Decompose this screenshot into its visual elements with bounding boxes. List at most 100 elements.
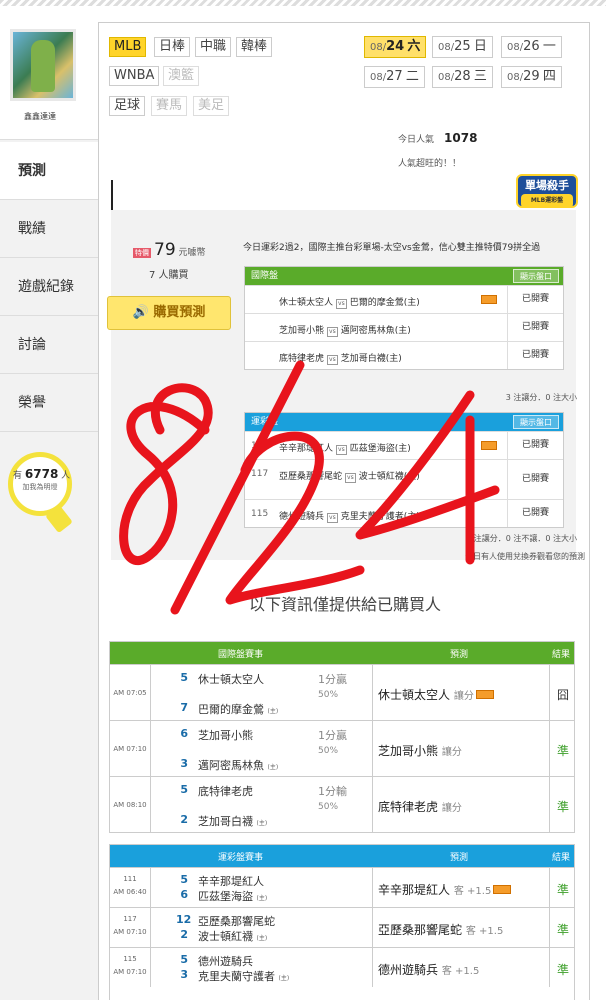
avatar[interactable]	[10, 29, 76, 101]
game-status: 已開賽	[507, 460, 563, 499]
home-team: 波士頓紅襪(主)	[358, 472, 420, 482]
hot-tag: 特價	[133, 248, 151, 258]
main-panel: MLB 日棒 中職 韓棒 WNBA 澳籃 足球 賽馬 美足 08/24 六 08…	[98, 22, 590, 1000]
prediction-header	[111, 180, 576, 210]
pick-type: 客 +1.5	[441, 966, 480, 977]
date-day: 27	[386, 69, 403, 84]
game-status: 已開賽	[507, 342, 563, 369]
pick-type: 客 +1.5	[453, 886, 492, 897]
tw-prediction-table: 運彩盤 顯示盤口 111 辛辛那堤紅人 vs 匹茲堡海盜(主) 已開賽 117 亞歷桑那響尾…	[244, 412, 564, 528]
sport-tab-wnba[interactable]: WNBA	[109, 66, 160, 86]
result: 準	[556, 923, 569, 937]
nav-item-honors[interactable]: 榮譽	[0, 374, 98, 432]
nav-item-predictions[interactable]: 預測	[0, 142, 98, 200]
table-row: 115 AM 07:10 5 德州遊騎兵 3 克里夫蘭守護者 (主) 德州遊騎兵…	[110, 947, 574, 987]
game-time: AM 07:05	[113, 689, 147, 697]
away-score: 5	[180, 873, 188, 886]
col-games: 運彩盤賽事	[218, 853, 264, 863]
away-team: 底特律老虎	[279, 354, 325, 364]
date-day: 25	[454, 39, 471, 54]
follow-bulb-button[interactable]: 有 6778 人 加我為明燈	[8, 452, 72, 516]
follower-count: 6778	[24, 467, 59, 481]
away-score: 5	[180, 953, 188, 966]
result: 囧	[556, 688, 569, 702]
home-team: 克里夫蘭守護者 (主)	[198, 968, 289, 984]
sport-tab-kbo[interactable]: 韓棒	[236, 37, 273, 57]
game-number: 111	[251, 441, 269, 451]
buy-prediction-button[interactable]: 🔊 購買預測	[107, 296, 231, 330]
date-0828[interactable]: 08/28 三	[432, 66, 493, 88]
vs-icon: vs	[327, 327, 338, 337]
date-md: 08/	[370, 42, 387, 53]
bulb-label: 加我為明燈	[22, 483, 58, 491]
sport-tab-npb[interactable]: 日棒	[154, 37, 191, 57]
away-team: 辛辛那堤紅人	[198, 875, 264, 888]
home-mark: (主)	[256, 820, 268, 827]
profile-box: 鑫鑫達達	[0, 22, 98, 140]
bulb-prefix: 有	[13, 471, 23, 481]
date-md: 08/	[507, 42, 524, 53]
sport-tab-cpbl[interactable]: 中職	[195, 37, 232, 57]
away-team: 辛辛那堤紅人	[279, 444, 334, 454]
matchup: 辛辛那堤紅人 vs 匹茲堡海盜(主)	[279, 441, 411, 455]
away-team: 底特律老虎	[198, 785, 253, 798]
date-0826[interactable]: 08/26 一	[501, 36, 562, 58]
game-status: 已開賽	[507, 286, 563, 313]
date-weekday: 六	[407, 39, 421, 54]
col-result: 結果	[552, 650, 571, 660]
sport-tab-mlb[interactable]: MLB	[109, 37, 147, 57]
home-team: 芝加哥白襪 (主)	[198, 813, 267, 829]
home-mark: (主)	[278, 975, 290, 982]
date-weekday: 日	[473, 39, 487, 54]
home-score: 7	[180, 701, 188, 714]
game-time: AM 06:40	[113, 888, 147, 896]
popularity-value: 1078	[444, 131, 478, 145]
avatar-figure	[31, 40, 55, 92]
badge-title: 單場殺手	[525, 179, 569, 192]
sport-tab-nfl: 美足	[193, 96, 230, 116]
table-row: 115 德州遊騎兵 vs 克里夫蘭守護者(主) 已開賽	[245, 499, 563, 527]
date-weekday: 四	[542, 69, 556, 84]
date-0825[interactable]: 08/25 日	[432, 36, 493, 58]
nav-item-discussion[interactable]: 討論	[0, 316, 98, 374]
pick: 休士頓太空人 讓分	[378, 686, 494, 703]
game-number: 117	[251, 469, 269, 479]
nav-item-record[interactable]: 戰績	[0, 200, 98, 258]
date-md: 08/	[438, 42, 455, 53]
col-games: 國際盤賽事	[218, 650, 264, 660]
home-team: 匹茲堡海盜 (主)	[198, 888, 267, 904]
home-team-name: 芝加哥白襪	[198, 815, 253, 828]
sport-tab-horse: 賽馬	[151, 96, 188, 116]
game-time: AM 08:10	[113, 801, 147, 809]
sport-tab-nbl: 澳籃	[163, 66, 200, 86]
away-team: 芝加哥小熊	[279, 326, 325, 336]
result: 準	[556, 963, 569, 977]
show-odds-button[interactable]: 顯示盤口	[513, 415, 559, 429]
top-decoration	[0, 0, 606, 6]
tw-table-header: 運彩盤 顯示盤口	[245, 413, 563, 431]
home-score: 3	[180, 968, 188, 981]
away-score: 5	[180, 783, 188, 796]
bulb-suffix: 人	[61, 471, 71, 481]
handicap-line: 1分贏	[318, 729, 347, 742]
pick: 芝加哥小熊 讓分	[378, 742, 462, 759]
pick: 辛辛那堤紅人 客 +1.5	[378, 881, 512, 898]
date-day: 24	[386, 39, 405, 54]
popularity-label: 今日人氣	[398, 135, 435, 145]
date-0824[interactable]: 08/24 六	[364, 36, 427, 58]
price-value: 79	[154, 240, 176, 260]
prediction-description: 今日運彩2過2，國際主推台彩單場-太空vs金鶯，信心雙主推特價79拼全過	[243, 243, 541, 253]
pick-team: 底特律老虎	[378, 800, 439, 814]
nav-item-game-log[interactable]: 遊戲紀錄	[0, 258, 98, 316]
pick: 底特律老虎 讓分	[378, 798, 462, 815]
game-number: 117	[123, 915, 137, 923]
show-odds-button[interactable]: 顯示盤口	[513, 269, 559, 283]
username[interactable]: 鑫鑫達達	[0, 111, 80, 122]
date-0827[interactable]: 08/27 二	[364, 66, 425, 88]
matchup: 休士頓太空人 vs 巴爾的摩金鶯(主)	[279, 295, 420, 309]
date-0829[interactable]: 08/29 四	[501, 66, 562, 88]
pick-team: 休士頓太空人	[378, 688, 451, 702]
sport-tab-soccer[interactable]: 足球	[109, 96, 146, 116]
home-team-name: 匹茲堡海盜	[198, 890, 253, 903]
table-row: AM 08:10 5 底特律老虎 2 芝加哥白襪 (主) 1分輸 50% 底特律老…	[110, 776, 574, 832]
